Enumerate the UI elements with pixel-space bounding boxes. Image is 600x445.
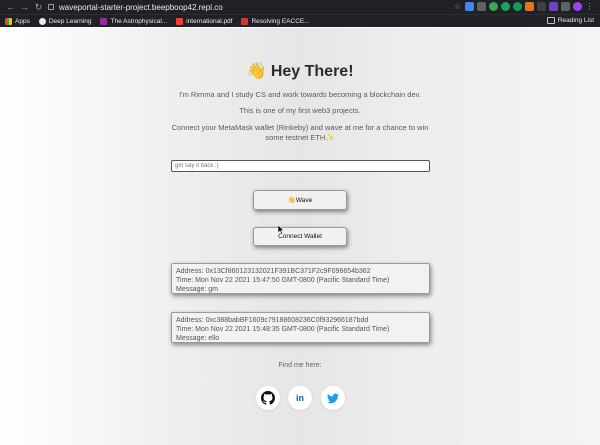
wave-time: Time: Mon Nov 22 2021 15:48:35 GMT-0800 … [176, 326, 390, 333]
bookmark-label: international.pdf [186, 17, 233, 25]
github-icon [261, 391, 275, 405]
reload-icon[interactable]: ↻ [34, 2, 43, 13]
extension-icon[interactable] [477, 2, 486, 11]
extensions-area: ☆ ⋮ [453, 2, 594, 11]
reading-list[interactable]: Reading List [546, 17, 594, 24]
find-me-label: Find me here: [278, 362, 322, 369]
page-title: 👋 Hey There! [246, 63, 354, 80]
bookmark-deep-learning[interactable]: Deep Learning [38, 17, 92, 25]
wave-card: Address: 0xc388babBF1609c79188608236C0f9… [171, 312, 430, 343]
extension-icon[interactable] [549, 2, 558, 11]
apps-icon [5, 17, 12, 25]
twitter-link[interactable] [321, 386, 345, 410]
bookmark-astrophysical[interactable]: The Astrophysical... [100, 17, 168, 25]
npm-icon [241, 17, 249, 25]
message-input[interactable] [171, 160, 430, 172]
url-text: waveportal-starter-project.beepboop42.re… [59, 2, 223, 12]
address-bar[interactable]: waveportal-starter-project.beepboop42.re… [48, 1, 428, 13]
page-content: 👋 Hey There! I'm Rimma and I study CS an… [0, 28, 600, 445]
extension-icon[interactable] [489, 2, 498, 11]
cta-line-2: some testnet ETH✨ [265, 133, 335, 142]
connect-wallet-button[interactable]: Connect Wallet [253, 227, 347, 246]
back-icon[interactable]: ← [6, 2, 15, 12]
nav-buttons: ← → ↻ [6, 2, 43, 13]
linkedin-icon: in [296, 393, 304, 403]
bookmark-resolving-eacces[interactable]: Resolving EACCE... [241, 17, 310, 25]
project-note: This is one of my first web3 projects. [239, 106, 361, 115]
wave-message: Message: gm [176, 286, 219, 293]
bookmark-label: Resolving EACCE... [251, 17, 310, 25]
wave-address: Address: 0xc388babBF1609c79188608236C0f9… [176, 317, 369, 324]
extension-icon[interactable] [537, 2, 546, 11]
profile-avatar[interactable] [573, 2, 582, 11]
gmail-icon [176, 17, 184, 25]
bookmark-label: The Astrophysical... [110, 17, 168, 25]
wave-card: Address: 0x13Cf860123132021F391BC371F2c9… [171, 263, 430, 294]
extension-icon[interactable] [465, 2, 474, 11]
lock-icon [48, 4, 54, 10]
bookmark-label: Apps [15, 17, 30, 25]
browser-toolbar: ← → ↻ waveportal-starter-project.beepboo… [0, 0, 600, 14]
bookmark-international-pdf[interactable]: international.pdf [176, 17, 233, 25]
reading-list-label: Reading List [557, 17, 594, 24]
reading-list-icon [546, 17, 555, 24]
puzzle-icon[interactable] [561, 2, 570, 11]
globe-icon [38, 17, 46, 25]
bookmark-label: Deep Learning [48, 17, 92, 25]
mouse-cursor-icon [278, 225, 285, 235]
wave-button[interactable]: 👋Wave [253, 190, 347, 210]
wave-address: Address: 0x13Cf860123132021F391BC371F2c9… [176, 268, 371, 275]
menu-icon[interactable]: ⋮ [585, 2, 594, 11]
star-icon[interactable]: ☆ [453, 2, 462, 11]
intro-text: I'm Rimma and I study CS and work toward… [179, 90, 421, 99]
wave-time: Time: Mon Nov 22 2021 15:47:50 GMT-0800 … [176, 277, 390, 284]
linkedin-link[interactable]: in [288, 386, 312, 410]
bookmarks-bar: Apps Deep Learning The Astrophysical... … [0, 14, 600, 27]
twitter-icon [327, 393, 339, 403]
bookmark-apps[interactable]: Apps [5, 17, 30, 25]
metamask-icon[interactable] [525, 2, 534, 11]
extension-icon[interactable] [501, 2, 510, 11]
github-link[interactable] [256, 386, 280, 410]
forward-icon[interactable]: → [20, 2, 29, 12]
journal-icon [100, 17, 108, 25]
extension-icon[interactable] [513, 2, 522, 11]
wave-message: Message: ello [176, 335, 220, 342]
cta-line-1: Connect your MetaMask wallet (Rinkeby) a… [171, 123, 429, 132]
